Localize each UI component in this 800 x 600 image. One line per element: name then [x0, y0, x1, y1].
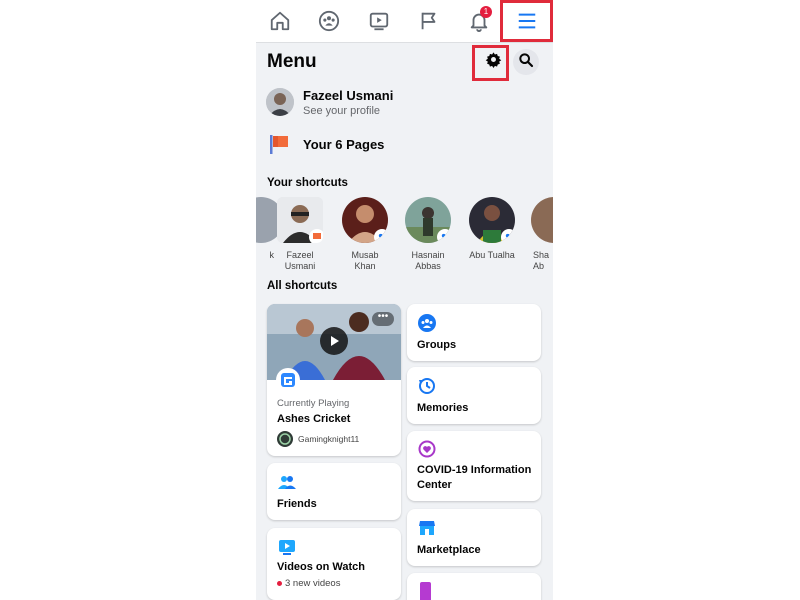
shortcut-item[interactable]: Abu Tualha — [467, 197, 517, 261]
new-indicator-dot — [277, 581, 282, 586]
marketplace-shop-icon — [417, 518, 437, 538]
videos-label: Videos on Watch — [277, 561, 366, 573]
covid-heart-icon — [417, 439, 437, 459]
friends-card[interactable]: Friends — [267, 463, 401, 520]
shortcut-label: Musab Khan — [351, 250, 379, 271]
memories-clock-icon — [417, 376, 437, 396]
shortcut-item[interactable]: Hasnain Abbas — [403, 197, 453, 272]
pages-label: Your 6 Pages — [303, 137, 385, 152]
facebook-app-screen: 1 Menu Fazeel Usmani See your profile Yo… — [256, 0, 553, 600]
group-badge — [501, 229, 515, 243]
watch-icon[interactable] — [366, 8, 392, 34]
play-icon[interactable] — [320, 327, 348, 355]
shortcut-item[interactable]: Fazeel Usmani — [275, 197, 325, 272]
shortcut-avatar — [342, 197, 388, 243]
page-flag-badge — [309, 229, 323, 243]
menu-highlight-box — [500, 0, 553, 42]
shortcut-label: Fazeel Usmani — [284, 250, 316, 271]
groups-card[interactable]: Groups — [407, 304, 541, 361]
shortcut-avatar — [405, 197, 451, 243]
player-name: Gamingknight11 — [298, 434, 360, 444]
pages-flag-icon[interactable] — [416, 8, 442, 34]
shortcut-item[interactable]: Musab Khan — [340, 197, 390, 272]
shortcut-icon — [420, 582, 431, 600]
marketplace-card[interactable]: Marketplace — [407, 509, 541, 566]
gaming-icon — [276, 368, 300, 392]
group-badge — [437, 229, 451, 243]
friends-label: Friends — [277, 498, 317, 510]
profile-name: Fazeel Usmani — [303, 88, 394, 103]
settings-highlight-box — [472, 45, 509, 81]
friends-icon — [277, 472, 297, 492]
avatar — [266, 88, 294, 116]
player-avatar — [277, 431, 293, 447]
groups-label: Groups — [417, 339, 457, 351]
videos-on-watch-card[interactable]: Videos on Watch 3 new videos — [267, 528, 401, 600]
shortcut-item[interactable]: Sha Ab — [529, 197, 553, 272]
more-options-icon[interactable]: ••• — [372, 312, 394, 326]
pages-flag-icon — [268, 132, 292, 161]
search-icon — [518, 52, 534, 73]
memories-label: Memories — [417, 402, 469, 414]
shortcut-label: Hasnain Abbas — [411, 250, 445, 271]
game-title: Ashes Cricket — [277, 413, 351, 425]
memories-card[interactable]: Memories — [407, 367, 541, 424]
notifications-bell-icon[interactable]: 1 — [466, 6, 492, 34]
your-pages-row[interactable]: Your 6 Pages — [268, 132, 468, 158]
profile-subtitle: See your profile — [303, 105, 381, 117]
gaming-card[interactable]: ••• Currently Playing Ashes Cricket Gami… — [267, 304, 401, 456]
home-icon[interactable] — [267, 8, 293, 34]
covid-info-card[interactable]: COVID-19 Information Center — [407, 431, 541, 501]
shortcut-avatar — [469, 197, 515, 243]
all-shortcuts-heading: All shortcuts — [267, 280, 338, 292]
your-shortcuts-heading: Your shortcuts — [267, 177, 348, 189]
shortcut-avatar — [277, 197, 323, 243]
shortcut-avatar — [531, 197, 553, 243]
group-badge — [374, 229, 388, 243]
gaming-status: Currently Playing — [277, 398, 350, 409]
watch-icon — [277, 537, 297, 557]
notification-badge: 1 — [480, 6, 492, 18]
shortcut-label: Abu Tualha — [469, 250, 515, 260]
profile-row[interactable]: Fazeel Usmani See your profile — [266, 86, 526, 122]
videos-sub: 3 new videos — [285, 578, 341, 589]
search-button[interactable] — [513, 49, 539, 75]
marketplace-label: Marketplace — [417, 544, 481, 556]
groups-icon — [417, 313, 437, 333]
shortcut-label: Sha Ab — [533, 250, 550, 271]
groups-icon[interactable] — [316, 8, 342, 34]
page-title: Menu — [267, 51, 317, 72]
shortcut-card-partial[interactable] — [407, 573, 541, 600]
covid-label: COVID-19 Information Center — [417, 464, 532, 491]
